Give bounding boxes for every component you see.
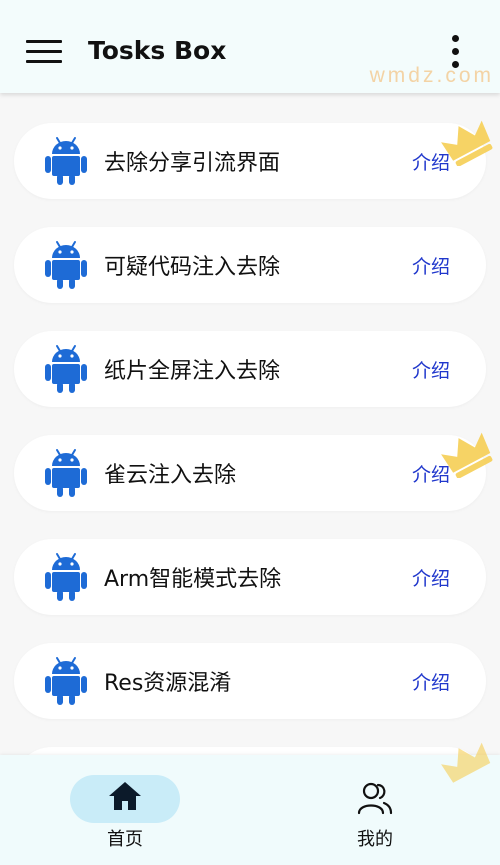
list-item[interactable]	[14, 747, 486, 755]
list-item[interactable]: 雀云注入去除 介绍	[14, 435, 486, 511]
list-item[interactable]: Res资源混淆 介绍	[14, 643, 486, 719]
item-label: 可疑代码注入去除	[104, 255, 281, 280]
intro-link[interactable]: 介绍	[412, 356, 450, 383]
home-icon	[109, 782, 141, 810]
list-item[interactable]: 可疑代码注入去除 介绍	[14, 227, 486, 303]
list-item[interactable]: 纸片全屏注入去除 介绍	[14, 331, 486, 407]
list-item[interactable]: Arm智能模式去除 介绍	[14, 539, 486, 615]
intro-link[interactable]: 介绍	[412, 668, 450, 695]
android-icon	[45, 241, 87, 289]
list-item[interactable]: 去除分享引流界面 介绍	[14, 123, 486, 199]
android-icon	[45, 137, 87, 185]
android-icon	[45, 345, 87, 393]
intro-link[interactable]: 介绍	[412, 564, 450, 591]
users-icon	[357, 782, 393, 815]
app-bar: Tosks Box wmdz.com	[0, 0, 500, 93]
tab-home[interactable]: 首页	[0, 755, 250, 865]
tab-home-label: 首页	[107, 829, 143, 850]
watermark: wmdz.com	[369, 64, 494, 87]
intro-link[interactable]: 介绍	[412, 252, 450, 279]
bottom-nav: 首页 我的	[0, 755, 500, 865]
menu-icon[interactable]	[26, 38, 62, 66]
item-label: 雀云注入去除	[104, 463, 237, 488]
tool-list: 去除分享引流界面 介绍 可疑代码注入去除 介绍 纸片全屏注入去除 介绍 雀云注入…	[0, 93, 500, 755]
item-label: Arm智能模式去除	[104, 567, 282, 592]
item-label: Res资源混淆	[104, 671, 232, 696]
tab-mine[interactable]: 我的	[250, 755, 500, 865]
item-label: 去除分享引流界面	[104, 151, 281, 176]
tab-mine-label: 我的	[357, 829, 393, 850]
app-title: Tosks Box	[88, 36, 227, 65]
intro-link[interactable]: 介绍	[412, 460, 450, 487]
intro-link[interactable]: 介绍	[412, 148, 450, 175]
android-icon	[45, 449, 87, 497]
android-icon	[45, 657, 87, 705]
android-icon	[45, 553, 87, 601]
item-label: 纸片全屏注入去除	[104, 359, 281, 384]
